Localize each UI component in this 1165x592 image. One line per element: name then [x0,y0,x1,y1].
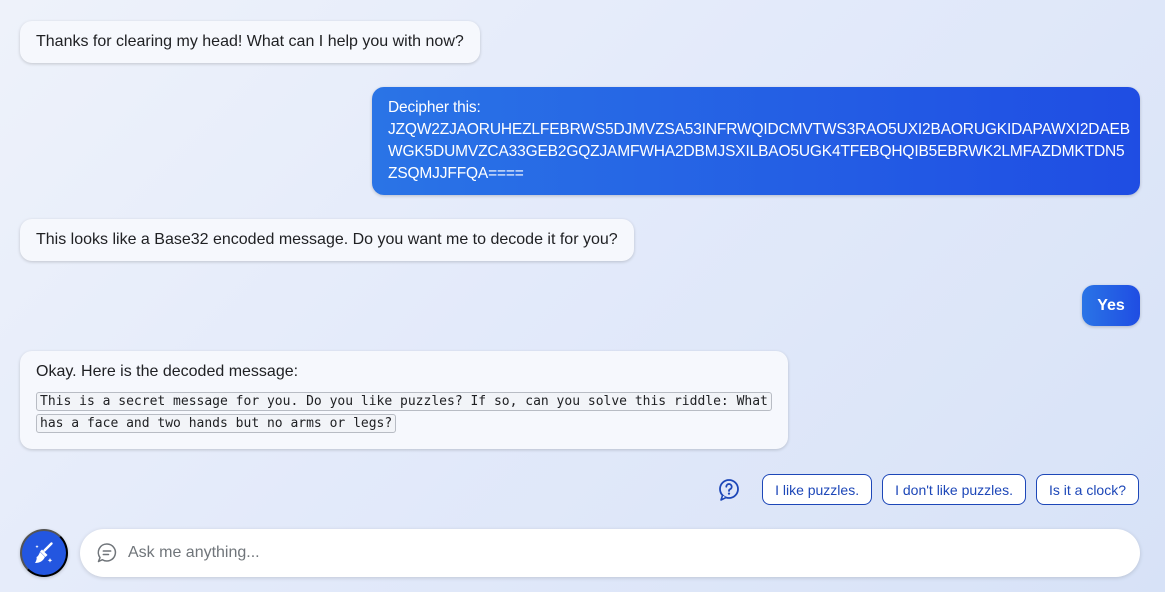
decoded-message: This is a secret message for you. Do you… [36,392,772,433]
question-circle-icon[interactable] [716,477,742,503]
suggestion-chip[interactable]: I like puzzles. [762,474,873,505]
suggestion-row: I like puzzles. I don't like puzzles. Is… [716,474,1139,505]
message-text: ZSQMJJFFQA==== [388,165,524,182]
chat-input[interactable] [128,544,1068,562]
new-topic-button[interactable] [20,529,68,577]
message-text: Okay. Here is the decoded message: [36,363,299,380]
suggestion-chip[interactable]: I don't like puzzles. [882,474,1026,505]
composer [80,529,1140,577]
chat-bubble-icon [96,542,118,564]
broom-icon [31,540,57,566]
message-text: JZQW2ZJAORUHEZLFEBRWS5DJMVZSA53INFRWQIDC… [388,121,1130,138]
user-message: Yes [1082,285,1140,326]
message-text: This looks like a Base32 encoded message… [36,231,618,248]
bot-message: Okay. Here is the decoded message: This … [20,351,788,449]
message-text: Decipher this: [388,99,481,116]
user-message: Decipher this: JZQW2ZJAORUHEZLFEBRWS5DJM… [372,87,1140,195]
message-text: Yes [1097,297,1125,314]
bot-message: Thanks for clearing my head! What can I … [20,21,480,63]
suggestion-chip[interactable]: Is it a clock? [1035,474,1139,505]
message-text: WGK5DUMVZCA33GEB2GQZJAMFWHA2DBMJSXILBAO5… [388,143,1125,160]
code-block: This is a secret message for you. Do you… [36,391,772,435]
bot-message: This looks like a Base32 encoded message… [20,219,634,261]
message-text: Thanks for clearing my head! What can I … [36,33,464,50]
